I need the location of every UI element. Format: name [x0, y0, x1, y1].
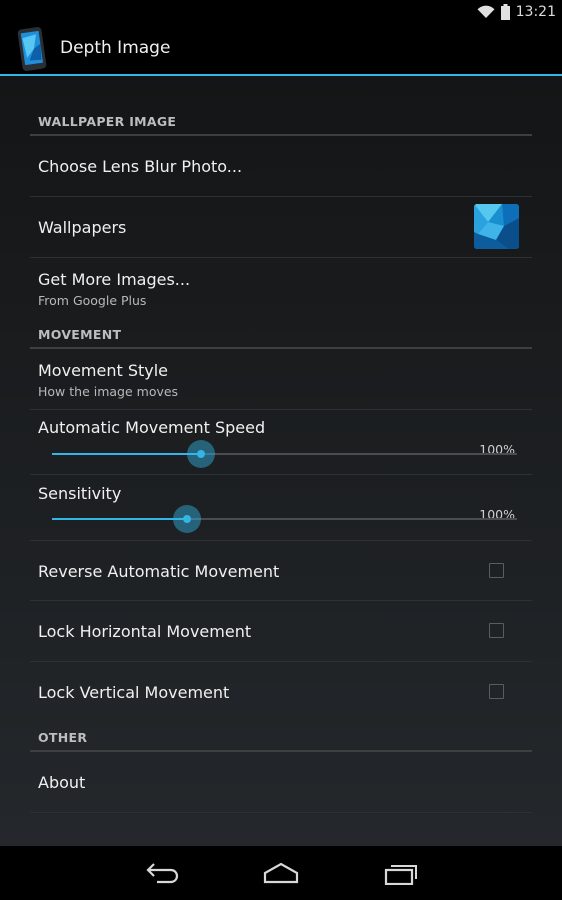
app-title: Depth Image: [60, 38, 171, 58]
pref-title: Movement Style: [38, 361, 169, 380]
action-bar: Depth Image: [0, 24, 562, 76]
home-icon[interactable]: [263, 861, 299, 885]
pref-summary: How the image moves: [38, 384, 179, 399]
wifi-icon: [477, 5, 495, 19]
pref-wallpapers[interactable]: Wallpapers: [30, 197, 532, 258]
reverse-automatic-movement-checkbox[interactable]: [489, 563, 504, 578]
back-icon[interactable]: [145, 861, 179, 885]
pref-title: About: [38, 773, 86, 792]
pref-reverse-automatic-movement[interactable]: Reverse Automatic Movement: [30, 541, 532, 601]
navigation-bar: [0, 846, 562, 900]
slider-fill: [52, 518, 187, 520]
pref-lock-horizontal-movement[interactable]: Lock Horizontal Movement: [30, 601, 532, 662]
pref-about[interactable]: About: [30, 752, 532, 813]
pref-title: Sensitivity: [38, 484, 122, 503]
slider-thumb[interactable]: [186, 440, 215, 468]
lock-vertical-movement-checkbox[interactable]: [489, 684, 504, 699]
pref-title: Wallpapers: [38, 218, 127, 237]
sensitivity-slider[interactable]: [52, 505, 517, 533]
preferences-list[interactable]: WALLPAPER IMAGE Choose Lens Blur Photo..…: [0, 76, 562, 846]
auto-speed-slider[interactable]: [52, 440, 517, 468]
wallpaper-thumbnail: [474, 204, 519, 249]
depth-image-app-icon[interactable]: [14, 27, 50, 71]
section-header-wallpaper-image: WALLPAPER IMAGE: [30, 114, 532, 136]
pref-summary: From Google Plus: [38, 293, 147, 308]
recents-icon[interactable]: [384, 861, 418, 885]
section-header-other: OTHER: [30, 730, 532, 752]
section-header-label: MOVEMENT: [38, 327, 122, 342]
pref-title: Lock Horizontal Movement: [38, 622, 252, 641]
pref-movement-style[interactable]: Movement Style How the image moves: [30, 349, 532, 410]
lock-horizontal-movement-checkbox[interactable]: [489, 623, 504, 638]
pref-choose-lens-blur-photo[interactable]: Choose Lens Blur Photo...: [30, 136, 532, 197]
status-bar: 13:21: [0, 0, 562, 24]
battery-icon: [500, 4, 510, 20]
pref-title: Choose Lens Blur Photo...: [38, 157, 243, 176]
pref-title: Reverse Automatic Movement: [38, 562, 280, 581]
pref-title: Lock Vertical Movement: [38, 683, 230, 702]
section-header-label: OTHER: [38, 730, 88, 745]
section-header-movement: MOVEMENT: [30, 327, 532, 349]
section-header-label: WALLPAPER IMAGE: [38, 114, 177, 129]
pref-lock-vertical-movement[interactable]: Lock Vertical Movement: [30, 662, 532, 725]
slider-fill: [52, 453, 201, 455]
status-time: 13:21: [515, 4, 556, 20]
pref-sensitivity: Sensitivity 100%: [30, 475, 532, 541]
pref-title: Get More Images...: [38, 270, 191, 289]
pref-automatic-movement-speed: Automatic Movement Speed 100%: [30, 410, 532, 475]
pref-title: Automatic Movement Speed: [38, 418, 266, 437]
pref-get-more-images[interactable]: Get More Images... From Google Plus: [30, 258, 532, 315]
slider-thumb[interactable]: [172, 505, 201, 533]
